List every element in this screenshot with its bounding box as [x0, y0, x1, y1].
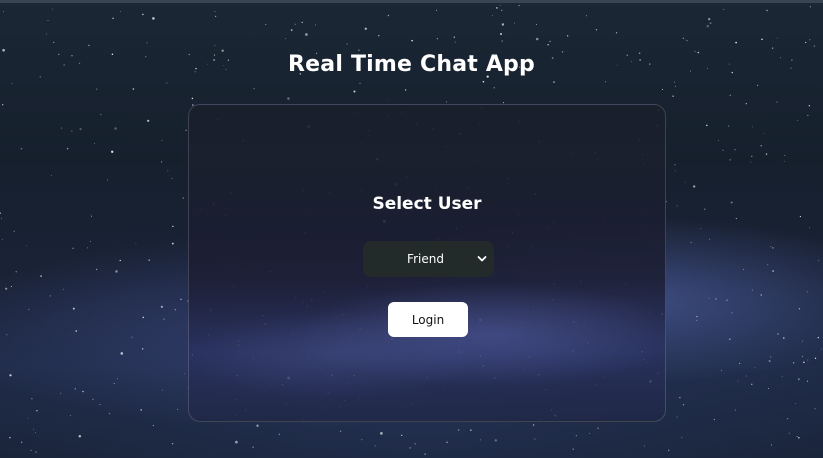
window-top-border: [0, 0, 823, 3]
login-button[interactable]: Login: [388, 302, 468, 337]
card-heading: Select User: [372, 194, 482, 214]
page-title: Real Time Chat App: [288, 52, 535, 77]
user-select[interactable]: Friend: [363, 241, 494, 277]
login-card: Select User Friend Login: [188, 104, 666, 422]
chevron-down-icon: [477, 256, 487, 262]
user-select-value: Friend: [407, 252, 444, 266]
